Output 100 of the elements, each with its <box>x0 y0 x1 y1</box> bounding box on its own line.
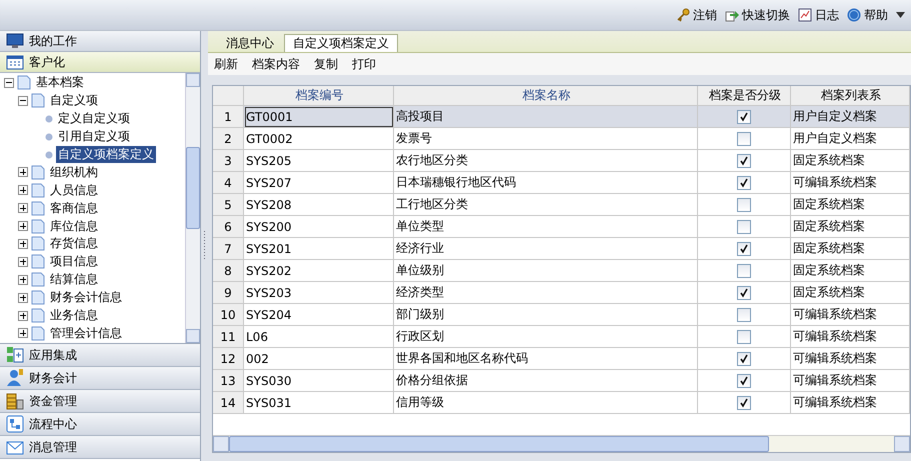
checkbox[interactable] <box>737 110 751 124</box>
checkbox[interactable] <box>737 286 751 300</box>
document-icon <box>31 254 45 270</box>
checkbox[interactable] <box>737 242 751 256</box>
tree-item[interactable]: 基本档案 <box>34 74 86 92</box>
expand-toggle[interactable] <box>18 221 28 232</box>
tree-item[interactable]: 存货信息 <box>48 235 100 252</box>
scrollbar[interactable] <box>213 435 910 452</box>
table-cell: 世界各国和地区名称代码 <box>394 348 698 370</box>
caret-icon[interactable] <box>896 12 905 18</box>
column-header[interactable]: 档案编号 <box>244 86 394 106</box>
tab[interactable]: 自定义项档案定义 <box>284 34 398 52</box>
checkbox[interactable] <box>737 132 751 146</box>
table-cell: 用户自定义档案 <box>791 106 910 128</box>
table-cell: SYS031 <box>244 392 394 414</box>
menu-link[interactable]: 帮助 <box>864 6 888 24</box>
corner-cell <box>213 86 244 106</box>
nav-section[interactable]: 流程中心 <box>0 413 200 436</box>
bullet-icon <box>45 132 53 141</box>
document-icon <box>31 182 45 198</box>
nav-section[interactable]: 财务会计 <box>0 367 200 390</box>
tree-item[interactable]: 项目信息 <box>48 253 100 270</box>
nav-section[interactable]: 客户化 <box>0 52 200 73</box>
column-header[interactable]: 档案名称 <box>394 86 698 106</box>
table-cell: SYS200 <box>244 216 394 238</box>
tree-item[interactable]: 人员信息 <box>48 182 100 199</box>
checkbox[interactable] <box>737 308 751 322</box>
checkbox[interactable] <box>737 154 751 168</box>
expand-toggle[interactable] <box>18 292 28 303</box>
bullet-icon <box>45 114 53 123</box>
table-cell: 经济类型 <box>394 282 698 304</box>
expand-toggle[interactable] <box>18 256 28 267</box>
table-cell: 部门级别 <box>394 304 698 326</box>
collapse-toggle[interactable] <box>4 78 14 88</box>
checkbox[interactable] <box>737 352 751 366</box>
toolbar-button[interactable]: 打印 <box>352 56 376 72</box>
table-cell: 固定系统档案 <box>791 282 910 304</box>
table-cell: GT0002 <box>244 128 394 150</box>
expand-toggle[interactable] <box>18 185 28 196</box>
checkbox[interactable] <box>737 264 751 278</box>
tree-item[interactable]: 引用自定义项 <box>56 128 132 146</box>
row-number: 6 <box>213 216 244 238</box>
expand-toggle[interactable] <box>18 167 28 178</box>
table-cell: SYS201 <box>244 238 394 260</box>
table-cell: 可编辑系统档案 <box>791 370 910 392</box>
column-header[interactable]: 档案是否分级 <box>698 86 791 106</box>
splitter-grip-icon[interactable] <box>202 231 206 261</box>
nav-section[interactable]: 应用集成 <box>0 344 200 367</box>
toolbar-button[interactable]: 刷新 <box>214 56 238 72</box>
tree-item[interactable]: 财务会计信息 <box>48 289 124 306</box>
tree-item[interactable]: 自定义项档案定义 <box>56 146 156 163</box>
document-icon <box>31 236 45 252</box>
collapse-toggle[interactable] <box>18 96 28 106</box>
row-number: 12 <box>213 348 244 370</box>
expand-toggle[interactable] <box>18 310 28 321</box>
tree-item[interactable]: 自定义项 <box>48 92 100 110</box>
table-cell: L06 <box>244 326 394 348</box>
menu-link[interactable]: 注销 <box>693 6 717 24</box>
table-cell: 工行地区分类 <box>394 194 698 216</box>
checkbox[interactable] <box>737 220 751 234</box>
table-cell: SYS205 <box>244 150 394 172</box>
checkbox[interactable] <box>737 198 751 212</box>
document-icon <box>31 218 45 234</box>
expand-toggle[interactable] <box>18 274 28 285</box>
tab[interactable]: 消息中心 <box>218 34 282 52</box>
table-cell: GT0001 <box>244 106 394 128</box>
row-number: 4 <box>213 172 244 194</box>
toolbar-button[interactable]: 档案内容 <box>252 56 300 72</box>
table-cell: 发票号 <box>394 128 698 150</box>
checkbox[interactable] <box>737 330 751 344</box>
menu-link[interactable]: 快速切换 <box>742 6 790 24</box>
tree-item[interactable]: 管理会计信息 <box>48 324 124 342</box>
document-icon <box>31 164 45 180</box>
tree-item[interactable]: 组织机构 <box>48 164 100 181</box>
nav-section[interactable]: 我的工作 <box>0 31 200 52</box>
expand-toggle[interactable] <box>18 238 28 249</box>
checkbox[interactable] <box>737 374 751 388</box>
table-cell: 可编辑系统档案 <box>791 304 910 326</box>
expand-toggle[interactable] <box>18 328 28 338</box>
column-header[interactable]: 档案列表系 <box>791 86 910 106</box>
table-cell: SYS208 <box>244 194 394 216</box>
checkbox[interactable] <box>737 176 751 190</box>
tree-item[interactable]: 结算信息 <box>48 271 100 288</box>
table-cell: 经济行业 <box>394 238 698 260</box>
row-number: 2 <box>213 128 244 150</box>
tree-item[interactable]: 客商信息 <box>48 200 100 217</box>
tree-item[interactable]: 库位信息 <box>48 218 100 235</box>
coins-icon <box>6 392 24 410</box>
key-icon <box>676 8 690 22</box>
scrollbar[interactable] <box>185 73 200 343</box>
document-icon <box>31 308 45 324</box>
document-icon <box>31 93 45 108</box>
menu-link[interactable]: 日志 <box>815 6 839 24</box>
nav-section[interactable]: 资金管理 <box>0 390 200 413</box>
checkbox[interactable] <box>737 396 751 410</box>
nav-section[interactable]: 消息管理 <box>0 436 200 459</box>
tree-item[interactable]: 业务信息 <box>48 307 100 324</box>
tree-item[interactable]: 定义自定义项 <box>56 110 132 128</box>
toolbar-button[interactable]: 复制 <box>314 56 338 72</box>
expand-toggle[interactable] <box>18 203 28 214</box>
